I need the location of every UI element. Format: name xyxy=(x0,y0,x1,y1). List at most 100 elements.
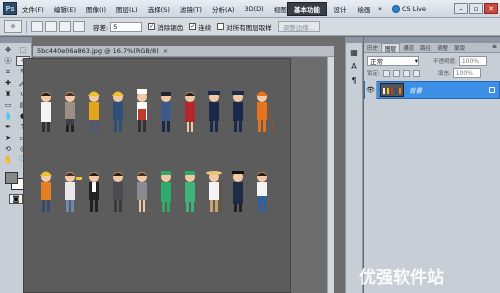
layer-background[interactable]: 👁 背景 xyxy=(364,81,500,99)
layers-panel-tabs: 历史 图层 通道 路径 调整 蒙版 ≡ xyxy=(364,43,500,53)
tab-history[interactable]: 历史 xyxy=(364,43,381,52)
quick-mask-icon[interactable]: ◙ xyxy=(9,194,23,204)
strip-header[interactable] xyxy=(346,37,362,43)
panel-menu-icon[interactable]: ≡ xyxy=(492,43,500,52)
options-separator xyxy=(26,20,27,33)
path-select-icon[interactable]: ➤ xyxy=(1,133,15,143)
figure-policewoman xyxy=(232,91,244,132)
layer-name: 背景 xyxy=(409,87,422,95)
menu-image[interactable]: 图像(I) xyxy=(81,4,111,14)
paragraph-icon[interactable]: ¶ xyxy=(348,75,360,85)
sample-all-checkbox[interactable] xyxy=(217,23,225,30)
figure-engineer xyxy=(185,171,195,212)
subtract-selection-icon[interactable] xyxy=(59,21,71,32)
marquee-icon[interactable]: ⬚ xyxy=(16,45,30,55)
move-icon[interactable]: ✥ xyxy=(1,45,15,55)
foreground-color-swatch[interactable] xyxy=(5,172,18,184)
blend-row: 正常 ▾ 不透明度: 100% xyxy=(364,55,500,67)
window-controls: – ▫ ✕ xyxy=(454,3,498,14)
figure-doctor xyxy=(41,92,51,132)
figure-businessman xyxy=(113,172,123,212)
figure-police xyxy=(208,91,220,132)
character-icon[interactable]: A xyxy=(348,61,360,71)
opacity-input[interactable]: 100% xyxy=(458,56,487,66)
tab-adjustments[interactable]: 调整 xyxy=(434,43,451,52)
canvas-image xyxy=(40,89,275,213)
eye-icon[interactable]: 👁 xyxy=(365,81,377,99)
document-tab-close-icon[interactable]: × xyxy=(163,47,168,55)
menu-file[interactable]: 文件(F) xyxy=(17,4,49,14)
3d-rotate-icon[interactable]: ⟲ xyxy=(1,144,15,154)
document-canvas[interactable] xyxy=(23,58,291,293)
cs-live-button[interactable]: CS Live xyxy=(392,3,426,15)
workspace-essentials-button[interactable]: 基本功能 xyxy=(287,2,327,16)
stamp-icon[interactable]: ♜ xyxy=(1,89,15,99)
tab-layers[interactable]: 图层 xyxy=(381,43,401,53)
magic-wand-preset-icon[interactable]: ✧ xyxy=(4,20,22,33)
app-logo: Ps xyxy=(3,2,17,15)
menu-select[interactable]: 选择(S) xyxy=(143,4,175,14)
lasso-icon[interactable]: ⓞ xyxy=(1,56,15,66)
minimize-button[interactable]: – xyxy=(454,3,468,14)
figure-pilot xyxy=(161,92,171,132)
figure-worker xyxy=(112,91,124,132)
watermark: 优强软件站 xyxy=(359,268,444,288)
healing-icon[interactable]: ✚ xyxy=(1,78,15,88)
menu-layer[interactable]: 图层(L) xyxy=(111,4,143,14)
figure-chef xyxy=(137,89,147,132)
lock-all-icon[interactable] xyxy=(412,69,420,77)
refine-edge-button[interactable]: 调整边缘... xyxy=(277,21,320,32)
chevron-down-icon: ▾ xyxy=(414,57,418,65)
blend-mode-select[interactable]: 正常 ▾ xyxy=(367,56,419,66)
pen-icon[interactable]: ✒ xyxy=(1,122,15,132)
lock-position-icon[interactable] xyxy=(402,69,410,77)
figure-cleaner xyxy=(256,91,275,132)
crop-icon[interactable]: ⌗ xyxy=(1,67,15,77)
lock-label: 锁定: xyxy=(367,71,380,77)
contiguous-checkbox[interactable]: ✓ xyxy=(189,23,197,30)
tab-paths[interactable]: 路径 xyxy=(417,43,434,52)
restore-button[interactable]: ▫ xyxy=(469,3,483,14)
add-selection-icon[interactable] xyxy=(45,21,57,32)
figure-builder xyxy=(88,91,100,132)
vertical-scrollbar[interactable] xyxy=(327,57,334,293)
tolerance-label: 容差: xyxy=(93,23,109,32)
blur-icon[interactable]: 💧 xyxy=(1,111,15,121)
figure-nurse xyxy=(161,171,171,212)
figure-graduate xyxy=(232,171,244,212)
workspace-design-button[interactable]: 设计 xyxy=(329,2,351,16)
document-tab[interactable]: 5bc440e06a863.jpg @ 16.7%(RGB/8) × xyxy=(33,46,334,57)
lock-transparent-icon[interactable] xyxy=(382,69,390,77)
menu-edit[interactable]: 编辑(E) xyxy=(49,4,81,14)
figure-fireman xyxy=(40,171,52,212)
menu-3d[interactable]: 3D(D) xyxy=(239,5,268,13)
workspace-more-button[interactable]: » xyxy=(376,2,384,16)
tolerance-input[interactable]: 5 xyxy=(110,21,143,32)
contiguous-label: 连续 xyxy=(198,23,212,32)
layer-thumbnail xyxy=(380,83,404,97)
options-bar: ✧ 容差: 5 ✓ 消除锯齿 ✓ 连续 对所有图层取样 调整边缘... xyxy=(0,18,500,36)
close-button[interactable]: ✕ xyxy=(484,3,498,14)
figure-stewardess xyxy=(185,92,195,132)
lock-pixels-icon[interactable] xyxy=(392,69,400,77)
figure-student xyxy=(257,172,267,212)
intersect-selection-icon[interactable] xyxy=(73,21,85,32)
blend-mode-value: 正常 xyxy=(370,58,383,66)
menu-analysis[interactable]: 分析(A) xyxy=(207,4,240,14)
layer-lock-icon xyxy=(489,87,495,93)
workspace-painting-button[interactable]: 绘画 xyxy=(353,2,375,16)
eraser-icon[interactable]: ▭ xyxy=(1,100,15,110)
hand-icon[interactable]: ✋ xyxy=(1,155,15,165)
menu-filter[interactable]: 滤镜(T) xyxy=(175,4,207,14)
antialias-checkbox[interactable]: ✓ xyxy=(148,23,156,30)
figure-office-lady xyxy=(137,172,147,212)
new-selection-icon[interactable] xyxy=(31,21,43,32)
fill-label: 填充: xyxy=(437,71,451,77)
fill-input[interactable]: 100% xyxy=(452,68,481,78)
figure-waiter xyxy=(89,172,99,212)
tab-channels[interactable]: 通道 xyxy=(400,43,417,52)
histogram-icon[interactable]: ▦ xyxy=(348,47,360,57)
antialias-label: 消除锯齿 xyxy=(157,23,184,32)
tab-masks[interactable]: 蒙版 xyxy=(451,43,468,52)
sample-all-label: 对所有图层取样 xyxy=(226,23,272,32)
